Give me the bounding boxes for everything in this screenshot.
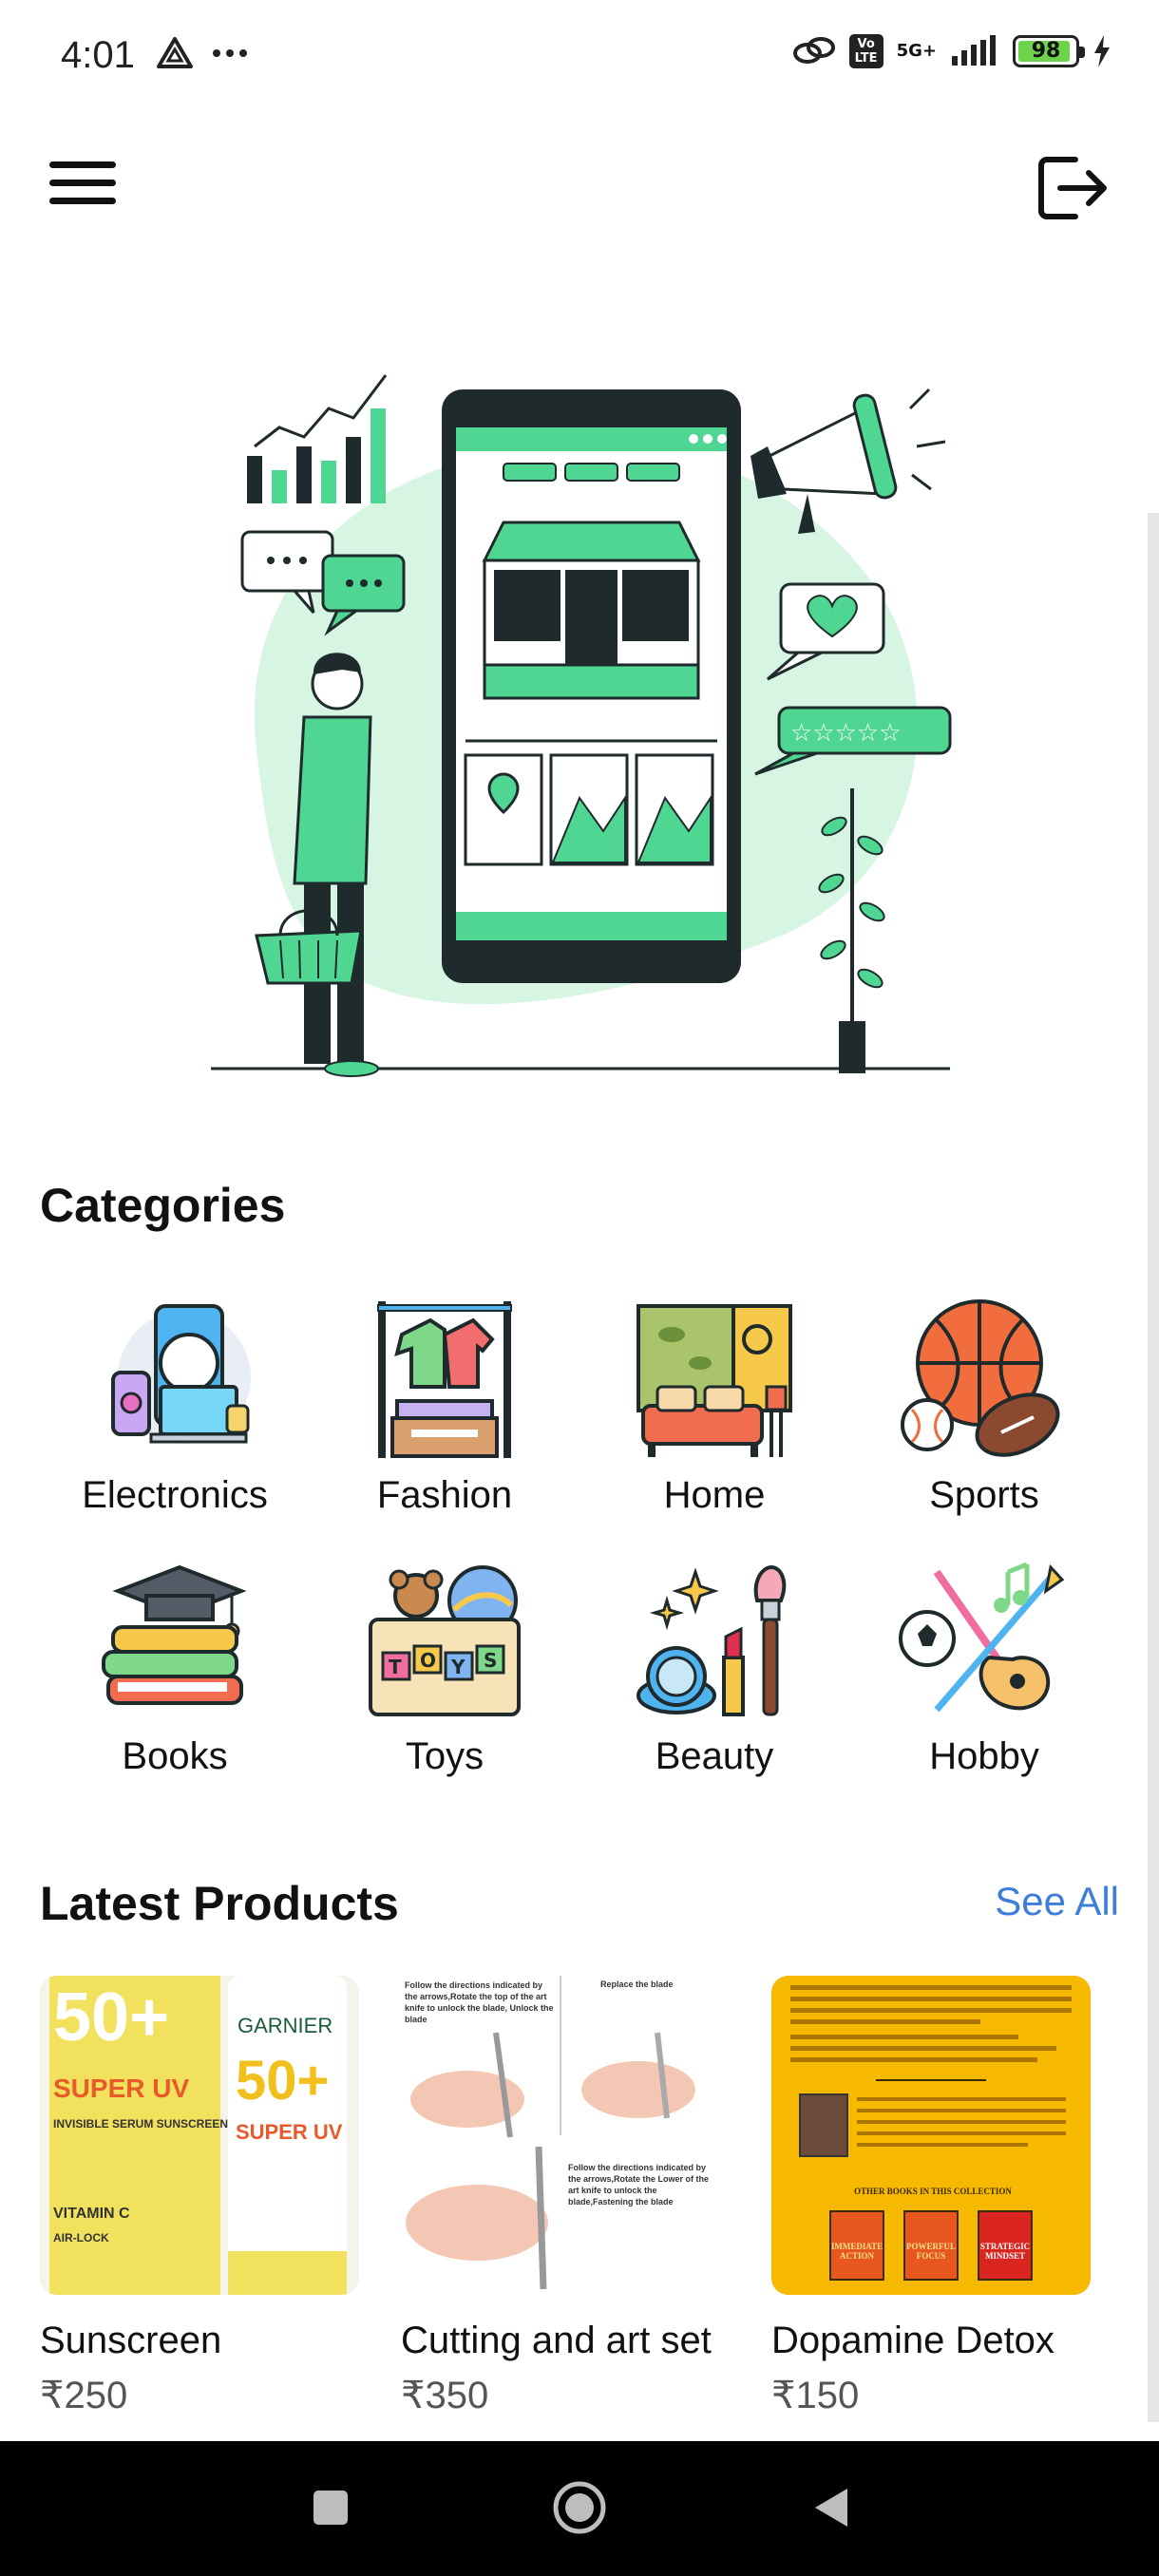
status-right-icons: Vo LTE 5G+ 98 [792,34,1112,68]
category-hobby[interactable]: Hobby [849,1553,1119,1778]
hamburger-menu-icon[interactable] [49,161,116,213]
product-card[interactable]: Follow the directions indicated by the a… [401,1976,762,2417]
svg-text:☆☆☆☆☆: ☆☆☆☆☆ [790,719,902,748]
latest-products-list: 50+ SUPER UV INVISIBLE SERUM SUNSCREEN V… [40,1976,1159,2417]
status-bar: 4:01 Vo LTE 5G+ 98 [0,0,1159,114]
beauty-icon [636,1564,787,1716]
status-left-icons [156,36,249,70]
product-name: Sunscreen [40,2320,222,2361]
product-name: Dopamine Detox [771,2320,1054,2361]
svg-text:GARNIER: GARNIER [238,2014,332,2037]
svg-text:S: S [484,1649,497,1672]
product-price: ₹350 [401,2375,489,2416]
category-label: Home [663,1474,766,1516]
drive-icon [157,37,193,68]
category-label: Electronics [82,1474,268,1516]
bar-chart-icon [247,374,388,503]
charging-icon [1094,35,1110,67]
logout-icon[interactable] [1034,150,1110,226]
svg-text:INVISIBLE SERUM SUNSCREEN: INVISIBLE SERUM SUNSCREEN [53,2117,228,2131]
latest-products-title: Latest Products [40,1877,399,1930]
home-icon [636,1304,792,1457]
product-image-dopamine-detox-book: OTHER BOOKS IN THIS COLLECTION IMMEDIATE… [771,1976,1091,2295]
category-fashion[interactable]: Fashion [310,1292,580,1517]
svg-text:SUPER UV: SUPER UV [236,2120,343,2144]
svg-text:50+: 50+ [53,1979,169,2055]
product-image-art-knife: Follow the directions indicated by the a… [401,1976,720,2295]
home-circle-icon[interactable] [551,2479,608,2536]
svg-text:VITAMIN C: VITAMIN C [53,2206,130,2222]
product-card[interactable]: 50+ SUPER UV INVISIBLE SERUM SUNSCREEN V… [40,1976,401,2417]
categories-title: Categories [40,1179,286,1232]
category-label: Hobby [929,1735,1039,1777]
see-all-link[interactable]: See All [995,1879,1119,1924]
hotspot-link-icon [792,37,835,64]
category-label: Sports [929,1474,1039,1516]
fashion-icon [377,1301,512,1458]
svg-text:O: O [420,1649,436,1672]
more-dots-icon [213,49,247,57]
category-label: Toys [405,1735,484,1777]
network-type: 5G+ [896,41,937,61]
product-image-sunscreen: 50+ SUPER UV INVISIBLE SERUM SUNSCREEN V… [40,1976,359,2295]
category-label: Books [122,1735,228,1777]
phone-storefront [442,389,741,983]
product-price: ₹150 [771,2375,860,2416]
svg-text:Y: Y [450,1656,466,1678]
category-home[interactable]: Home [580,1292,849,1517]
svg-text:T: T [389,1656,402,1678]
svg-text:SUPER UV: SUPER UV [53,2074,189,2103]
system-nav-bar [0,2441,1159,2576]
battery-indicator: 98 [1013,35,1085,67]
product-price: ₹250 [40,2375,128,2416]
hero-shop-illustration: ☆☆☆☆☆ [211,374,952,1077]
category-toys[interactable]: T O Y S Toys [310,1553,580,1778]
category-label: Beauty [655,1735,774,1777]
battery-level: 98 [1031,39,1061,63]
scrollbar[interactable] [1148,513,1159,2422]
volte-badge: Vo LTE [848,34,884,68]
category-beauty[interactable]: Beauty [580,1553,849,1778]
recents-square-icon[interactable] [302,2479,359,2536]
electronics-icon [111,1304,251,1444]
product-card[interactable]: OTHER BOOKS IN THIS COLLECTION IMMEDIATE… [771,1976,1132,2417]
app-header [0,133,1159,237]
category-sports[interactable]: Sports [849,1292,1119,1517]
category-label: Fashion [376,1474,513,1516]
svg-text:50+: 50+ [236,2050,329,2112]
back-triangle-icon[interactable] [804,2479,861,2536]
category-electronics[interactable]: Electronics [40,1292,310,1517]
sports-icon [901,1299,1060,1457]
hobby-icon [899,1562,1065,1713]
svg-text:AIR-LOCK: AIR-LOCK [53,2231,109,2245]
toys-icon: T O Y S [369,1565,521,1716]
categories-grid: Electronics Fashion Home Sports Books T … [40,1292,1123,1778]
category-books[interactable]: Books [40,1553,310,1778]
books-icon [102,1564,247,1705]
status-time: 4:01 [61,34,135,76]
product-name: Cutting and art set [401,2320,712,2361]
signal-icon [952,35,996,66]
